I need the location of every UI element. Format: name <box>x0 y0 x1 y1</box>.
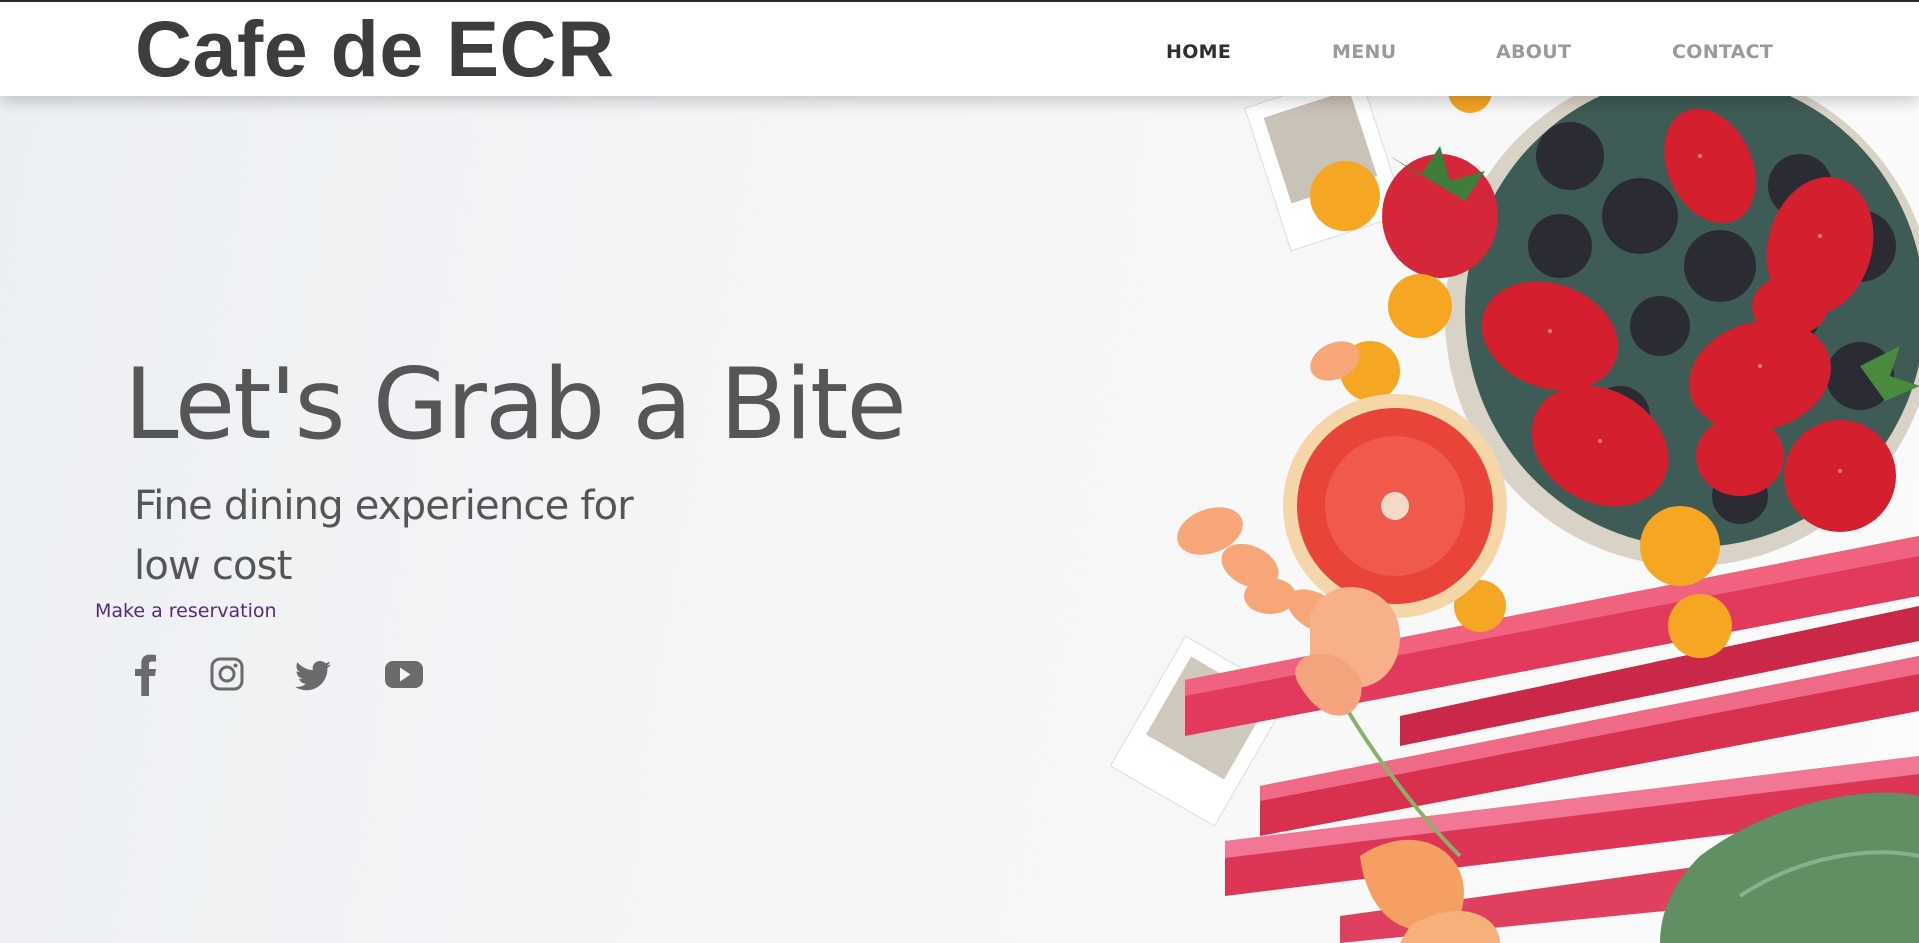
facebook-icon[interactable] <box>132 652 158 696</box>
twitter-icon[interactable] <box>294 652 332 696</box>
youtube-icon[interactable] <box>384 652 424 696</box>
nav-home[interactable]: HOME <box>1166 40 1231 64</box>
berry-bowl <box>1445 96 1919 566</box>
hero-subline: Fine dining experience for low cost <box>134 476 754 596</box>
main-nav: HOME MENU ABOUT CONTACT <box>0 40 1919 64</box>
social-links <box>0 652 500 696</box>
hero-subline-line-1: Fine dining experience for <box>134 483 634 529</box>
page: Cafe de ECR HOME MENU ABOUT CONTACT Let'… <box>0 0 1919 943</box>
nav-menu[interactable]: MENU <box>1332 40 1396 64</box>
blood-orange <box>1283 394 1507 618</box>
hero-headline: Let's Grab a Bite <box>124 348 907 462</box>
nav-about[interactable]: ABOUT <box>1496 40 1571 64</box>
strawberry <box>1382 146 1498 278</box>
hero-subline-line-2: low cost <box>134 543 292 589</box>
make-reservation-link[interactable]: Make a reservation <box>95 598 277 624</box>
navbar: Cafe de ECR HOME MENU ABOUT CONTACT <box>0 2 1919 96</box>
hero-food-image <box>1109 96 1919 943</box>
nav-contact[interactable]: CONTACT <box>1672 40 1773 64</box>
instagram-icon[interactable] <box>210 652 244 696</box>
